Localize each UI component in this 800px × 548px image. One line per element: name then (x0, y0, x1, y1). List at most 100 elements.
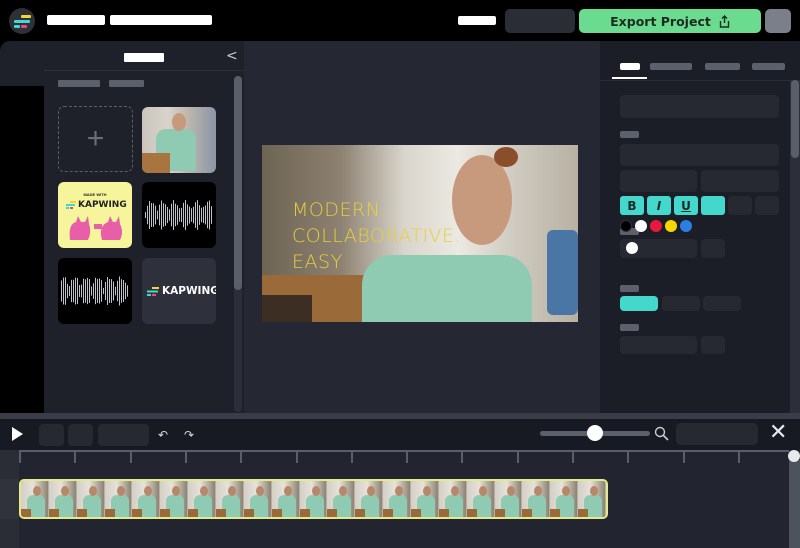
kapwing-logo-tile[interactable]: KAPWING (142, 258, 216, 324)
waveform-bar (115, 286, 116, 296)
color-picker-field[interactable] (620, 239, 697, 258)
align-button-active[interactable] (701, 196, 725, 215)
tab-4[interactable] (752, 63, 785, 70)
waveform-bar (157, 210, 158, 220)
color-swatch-white[interactable] (635, 220, 647, 232)
left-nav-strip (0, 41, 44, 86)
play-icon[interactable] (12, 427, 23, 441)
user-avatar-button[interactable] (765, 9, 791, 33)
media-panel-header: < (44, 41, 244, 71)
audio-waveform-tile[interactable] (58, 258, 132, 324)
kapwing-logo-icon[interactable] (9, 8, 35, 34)
video-thumbnail-tile[interactable] (142, 107, 216, 173)
export-project-button[interactable]: Export Project (579, 9, 761, 33)
effects-select[interactable] (620, 336, 697, 354)
waveform-bar (119, 276, 120, 306)
waveform-bar (117, 280, 118, 302)
timeline-scrollbar[interactable] (789, 460, 800, 548)
color-swatch-blue[interactable] (680, 220, 692, 232)
waveform-bar (175, 203, 176, 227)
zoom-slider-handle[interactable] (587, 425, 603, 441)
waveform-bar (149, 200, 150, 230)
kapwing-editor: Export Project < + MADE WITH KAPWING KAP… (0, 0, 800, 548)
ruler-tick (129, 452, 132, 463)
waveform-bar (169, 209, 170, 221)
split-button[interactable] (39, 424, 64, 446)
color-swatch-yellow[interactable] (665, 220, 677, 232)
tab-1[interactable] (620, 63, 640, 70)
waveform-icon (61, 276, 128, 306)
project-name-placeholder[interactable] (47, 15, 105, 25)
waveform-bar (155, 205, 156, 225)
secondary-button[interactable] (505, 9, 575, 33)
divider (600, 80, 800, 81)
playhead-handle[interactable] (788, 450, 800, 462)
scrollbar-thumb[interactable] (791, 80, 799, 158)
waveform-bar (89, 279, 90, 303)
ruler-tick (184, 452, 187, 463)
tab-2[interactable] (650, 63, 692, 70)
clip-frame (216, 481, 244, 517)
search-zoom-icon[interactable] (654, 426, 670, 442)
font-family-select[interactable] (620, 144, 779, 166)
waveform-bar (77, 278, 78, 304)
bg-option[interactable] (703, 296, 741, 311)
time-display[interactable] (98, 424, 149, 446)
waveform-bar (71, 279, 72, 303)
bold-button[interactable]: B (620, 196, 644, 215)
menu-link-placeholder[interactable] (458, 16, 496, 25)
audio-waveform-tile[interactable] (142, 182, 216, 248)
delete-button[interactable] (68, 424, 93, 446)
cats-illustration (69, 216, 122, 240)
close-timeline-icon[interactable]: ✕ (769, 421, 787, 445)
media-tab-2[interactable] (109, 80, 144, 87)
waveform-bar (203, 206, 204, 224)
timeline-ruler[interactable] (19, 450, 796, 463)
ruler-tick (295, 452, 298, 463)
tab-3[interactable] (705, 63, 740, 70)
waveform-bar (189, 206, 190, 224)
waveform-bar (171, 203, 172, 227)
text-input-field[interactable] (620, 95, 779, 118)
waveform-bar (153, 203, 154, 227)
scrollbar-thumb[interactable] (234, 76, 242, 290)
ruler-tick (737, 452, 740, 463)
chevron-left-icon[interactable]: < (226, 48, 238, 64)
add-media-button[interactable]: + (58, 106, 133, 172)
effects-value-field[interactable] (701, 336, 725, 354)
waveform-bar (85, 279, 86, 303)
redo-icon[interactable]: ↷ (184, 428, 194, 442)
kapwing-logo-icon (147, 286, 159, 296)
opacity-field[interactable] (701, 239, 725, 258)
waveform-icon (145, 200, 212, 230)
properties-scrollbar[interactable] (790, 80, 800, 414)
waveform-bar (101, 280, 102, 302)
font-size-field[interactable] (620, 170, 697, 192)
align-button[interactable] (755, 196, 779, 215)
media-panel-scrollbar[interactable] (234, 76, 242, 412)
waveform-bar (83, 278, 84, 304)
underline-button[interactable]: U (674, 196, 698, 215)
clip-frame (466, 481, 495, 517)
timeline-duration-field[interactable] (676, 423, 758, 445)
video-clip[interactable] (19, 479, 608, 519)
waveform-bar (121, 279, 122, 303)
color-swatch-red[interactable] (650, 220, 662, 232)
font-weight-field[interactable] (701, 170, 779, 192)
clip-frame (438, 481, 467, 517)
undo-icon[interactable]: ↶ (158, 428, 168, 442)
media-tab-1[interactable] (58, 80, 100, 87)
italic-button[interactable]: I (647, 196, 671, 215)
bg-option-active[interactable] (620, 296, 658, 311)
align-button[interactable] (728, 196, 752, 215)
waveform-bar (209, 200, 210, 230)
track-header[interactable] (0, 479, 19, 519)
color-swatch-black[interactable] (620, 220, 632, 232)
made-with-kapwing-tile[interactable]: MADE WITH KAPWING (58, 182, 132, 248)
waveform-bar (165, 204, 166, 226)
breadcrumb-placeholder[interactable] (110, 15, 212, 25)
video-preview[interactable]: MODERN. COLLABORATIVE. EASY (262, 145, 578, 322)
bg-option[interactable] (662, 296, 700, 311)
video-title-overlay[interactable]: MODERN. COLLABORATIVE. EASY (292, 197, 461, 275)
waveform-bar (199, 205, 200, 225)
